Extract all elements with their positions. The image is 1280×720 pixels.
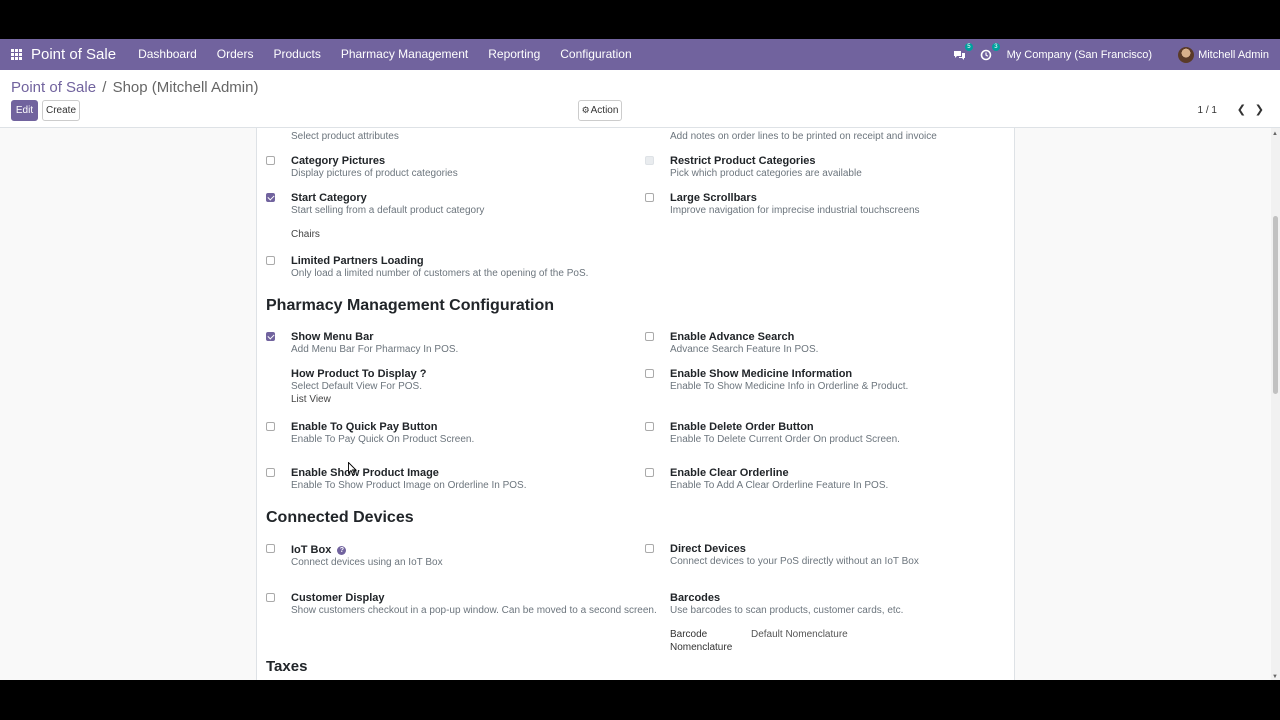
product-display-title: How Product To Display ?: [291, 368, 427, 380]
connected-devices-heading: Connected Devices: [266, 509, 414, 526]
quick-pay-checkbox[interactable]: [266, 422, 275, 431]
order-line-notes-desc: Add notes on order lines to be printed o…: [670, 131, 937, 142]
medicine-info-desc: Enable To Show Medicine Info in Orderlin…: [670, 381, 909, 392]
app-brand[interactable]: Point of Sale: [31, 46, 116, 63]
breadcrumb: Point of Sale / Shop (Mitchell Admin): [11, 79, 258, 96]
activity-clock-icon[interactable]: 3: [980, 42, 1000, 62]
restrict-categories-checkbox[interactable]: [645, 156, 654, 165]
barcodes-desc: Use barcodes to scan products, customer …: [670, 605, 904, 616]
control-panel: Point of Sale / Shop (Mitchell Admin) Ed…: [0, 70, 1280, 128]
pager-next-icon[interactable]: ❯: [1255, 103, 1264, 116]
menu-orders[interactable]: Orders: [207, 39, 264, 70]
scroll-down-arrow-icon[interactable]: ▼: [1272, 674, 1278, 680]
user-avatar[interactable]: [1178, 46, 1195, 63]
show-menu-bar-title: Show Menu Bar: [291, 331, 374, 343]
direct-devices-checkbox[interactable]: [645, 544, 654, 553]
activity-count-badge: 3: [992, 42, 1000, 51]
medicine-info-title: Enable Show Medicine Information: [670, 368, 853, 380]
customer-display-desc: Show customers checkout in a pop-up wind…: [291, 605, 657, 616]
navbar-systray: 5 3 My Company (San Francisco) Mitchell …: [953, 39, 1280, 70]
category-pictures-checkbox[interactable]: [266, 156, 275, 165]
delete-order-title: Enable Delete Order Button: [670, 421, 814, 433]
show-menu-bar-checkbox[interactable]: [266, 332, 275, 341]
barcode-nomenclature-value[interactable]: Default Nomenclature: [751, 629, 848, 640]
show-menu-bar-desc: Add Menu Bar For Pharmacy In POS.: [291, 344, 459, 355]
product-image-title: Enable Show Product Image: [291, 467, 439, 479]
barcode-nomenclature-label-line2: Nomenclature: [670, 642, 733, 653]
pharmacy-config-heading: Pharmacy Management Configuration: [266, 297, 555, 314]
mouse-cursor-icon: [348, 461, 358, 481]
pager-value[interactable]: 1 / 1: [1198, 105, 1217, 116]
clear-orderline-checkbox[interactable]: [645, 468, 654, 477]
menu-dashboard[interactable]: Dashboard: [128, 39, 207, 70]
advance-search-title: Enable Advance Search: [670, 331, 795, 343]
limited-partners-desc: Only load a limited number of customers …: [291, 268, 589, 279]
clear-orderline-title: Enable Clear Orderline: [670, 467, 789, 479]
category-pictures-desc: Display pictures of product categories: [291, 168, 458, 179]
messaging-icon[interactable]: 5: [953, 42, 973, 62]
start-category-desc: Start selling from a default product cat…: [291, 205, 485, 216]
company-switcher[interactable]: My Company (San Francisco): [1007, 49, 1153, 61]
breadcrumb-root-link[interactable]: Point of Sale: [11, 79, 96, 96]
iot-box-title: IoT Box: [291, 544, 332, 556]
restrict-categories-desc: Pick which product categories are availa…: [670, 168, 862, 179]
breadcrumb-current: Shop (Mitchell Admin): [112, 79, 259, 96]
product-image-desc: Enable To Show Product Image on Orderlin…: [291, 480, 527, 491]
user-menu[interactable]: Mitchell Admin: [1198, 49, 1269, 61]
edit-button[interactable]: Edit: [11, 100, 38, 121]
breadcrumb-separator: /: [102, 79, 107, 96]
scrollbar-thumb[interactable]: [1273, 216, 1278, 394]
start-category-value[interactable]: Chairs: [291, 229, 320, 240]
action-button[interactable]: ⚙ Action: [578, 100, 622, 121]
scroll-up-arrow-icon[interactable]: ▲: [1272, 131, 1278, 137]
quick-pay-title: Enable To Quick Pay Button: [291, 421, 438, 433]
help-question-icon[interactable]: ?: [337, 546, 347, 555]
product-display-value[interactable]: List View: [291, 394, 331, 405]
menu-reporting[interactable]: Reporting: [478, 39, 550, 70]
vertical-scrollbar[interactable]: ▲ ▼: [1271, 128, 1280, 680]
direct-devices-desc: Connect devices to your PoS directly wit…: [670, 556, 919, 567]
quick-pay-desc: Enable To Pay Quick On Product Screen.: [291, 434, 475, 445]
large-scrollbars-checkbox[interactable]: [645, 193, 654, 202]
iot-box-checkbox[interactable]: [266, 544, 275, 553]
menu-configuration[interactable]: Configuration: [550, 39, 641, 70]
large-scrollbars-title: Large Scrollbars: [670, 192, 757, 204]
clear-orderline-desc: Enable To Add A Clear Orderline Feature …: [670, 480, 889, 491]
iot-box-title-row: IoT Box?: [291, 544, 347, 556]
taxes-heading: Taxes: [266, 658, 308, 675]
restrict-categories-title: Restrict Product Categories: [670, 155, 816, 167]
gear-icon: ⚙: [581, 105, 590, 115]
product-display-desc: Select Default View For POS.: [291, 381, 422, 392]
menu-pharmacy-management[interactable]: Pharmacy Management: [331, 39, 478, 70]
app-window: Point of Sale Dashboard Orders Products …: [0, 39, 1280, 680]
main-menu: Dashboard Orders Products Pharmacy Manag…: [128, 39, 642, 70]
apps-menu-icon[interactable]: [1, 39, 31, 70]
product-attributes-desc: Select product attributes: [291, 131, 399, 142]
pager-previous-icon[interactable]: ❮: [1237, 103, 1246, 116]
category-pictures-title: Category Pictures: [291, 155, 386, 167]
menu-products[interactable]: Products: [263, 39, 330, 70]
medicine-info-checkbox[interactable]: [645, 369, 654, 378]
advance-search-desc: Advance Search Feature In POS.: [670, 344, 819, 355]
large-scrollbars-desc: Improve navigation for imprecise industr…: [670, 205, 920, 216]
messages-count-badge: 5: [965, 42, 973, 51]
direct-devices-title: Direct Devices: [670, 543, 746, 555]
delete-order-checkbox[interactable]: [645, 422, 654, 431]
delete-order-desc: Enable To Delete Current Order On produc…: [670, 434, 900, 445]
top-navbar: Point of Sale Dashboard Orders Products …: [0, 39, 1280, 70]
start-category-title: Start Category: [291, 192, 367, 204]
product-image-checkbox[interactable]: [266, 468, 275, 477]
limited-partners-title: Limited Partners Loading: [291, 255, 424, 267]
create-button[interactable]: Create: [42, 100, 80, 121]
barcodes-title: Barcodes: [670, 592, 721, 604]
limited-partners-checkbox[interactable]: [266, 256, 275, 265]
action-label: Action: [590, 105, 619, 116]
iot-box-desc: Connect devices using an IoT Box: [291, 557, 443, 568]
start-category-checkbox[interactable]: [266, 193, 275, 202]
customer-display-title: Customer Display: [291, 592, 385, 604]
customer-display-checkbox[interactable]: [266, 593, 275, 602]
advance-search-checkbox[interactable]: [645, 332, 654, 341]
barcode-nomenclature-label-line1: Barcode: [670, 629, 708, 640]
